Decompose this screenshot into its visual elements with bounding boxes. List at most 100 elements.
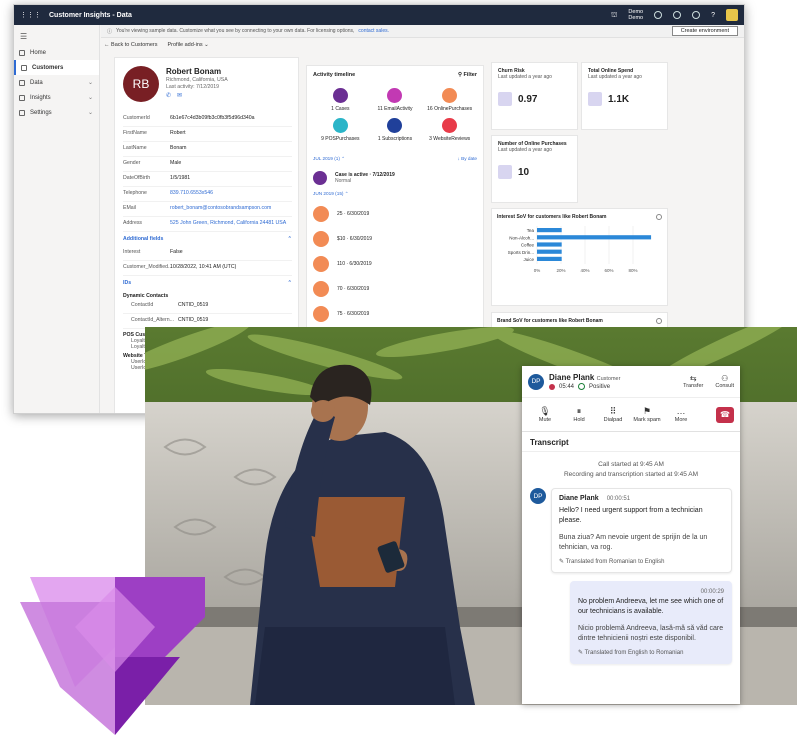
end-call-button[interactable]: ☎	[716, 406, 734, 423]
timeline-item[interactable]: 70 · 6/30/2019	[313, 276, 477, 301]
activity-category[interactable]: 16 OnlinePurchases	[422, 88, 477, 112]
profile-field-row: ContactId CNTID_0519	[123, 299, 292, 314]
y-category-label: Tea	[527, 228, 535, 233]
section-label: Additional fields	[123, 236, 164, 242]
info-icon[interactable]	[656, 318, 662, 324]
field-value: Male	[170, 160, 182, 166]
field-value: 1/5/1981	[170, 175, 191, 181]
consult-icon: ⚇	[721, 374, 729, 383]
more-button[interactable]: … More	[664, 406, 698, 423]
category-icon	[442, 118, 458, 133]
category-label: 3 WebsiteReviews	[429, 136, 471, 142]
mute-button[interactable]: 🎙 Mute	[528, 406, 562, 423]
back-to-customers-link[interactable]: ← Back to Customers	[104, 42, 158, 48]
translate-icon: ✎	[578, 650, 584, 656]
y-category-label: Non-Alcoh...	[509, 235, 534, 240]
create-environment-button[interactable]: Create environment	[671, 26, 738, 36]
sentiment-label: Positive	[589, 383, 611, 390]
x-tick-label: 20%	[556, 268, 565, 273]
chevron-up-icon: ⌃	[287, 236, 292, 242]
hamburger-icon[interactable]: ☰	[14, 28, 99, 45]
case-priority: Normal	[335, 178, 352, 184]
trend-icon	[588, 92, 602, 106]
profile-field-row: Address 525 John Green, Richmond, Califor…	[123, 217, 292, 232]
call-toolbar: 🎙 Mute ⏸ Hold ⠿ Dialpad ⚑ Mark spam… More ☎	[522, 398, 740, 432]
environment-icon[interactable]: ⛫	[611, 11, 617, 20]
help-icon[interactable]: ?	[711, 12, 715, 19]
field-value[interactable]: 525 John Green, Richmond, California 244…	[170, 220, 292, 226]
field-value[interactable]: 839.710.6553x546	[170, 190, 292, 196]
mail-icon[interactable]: ✉	[177, 92, 182, 99]
hold-icon: ⏸	[576, 406, 582, 416]
left-nav: ☰ Home Customers Data ⌄ Insights ⌄ Settings ⌄	[14, 25, 100, 413]
mark-spam-button[interactable]: ⚑ Mark spam	[630, 406, 664, 423]
online-purchases-card[interactable]: Number of Online Purchases Last updated …	[491, 135, 578, 203]
nav-item-home[interactable]: Home	[14, 45, 99, 60]
ids-section[interactable]: IDs ⌃	[123, 276, 292, 290]
x-tick-label: 60%	[604, 268, 613, 273]
timeline-item[interactable]: 110 · 6/30/2019	[313, 251, 477, 276]
dialpad-button[interactable]: ⠿ Dialpad	[596, 406, 630, 423]
x-tick-label: 40%	[580, 268, 589, 273]
timeline-item[interactable]: 25 · 6/30/2019	[313, 201, 477, 226]
nav-item-customers[interactable]: Customers	[14, 60, 99, 75]
additional-fields-section[interactable]: Additional fields ⌃	[123, 232, 292, 246]
settings-icon[interactable]	[673, 11, 682, 19]
nav-item-insights[interactable]: Insights ⌄	[14, 90, 99, 105]
bell-icon[interactable]	[692, 11, 701, 19]
tool-label: Mute	[538, 417, 552, 423]
filter-button[interactable]: ⚲ Filter	[458, 72, 477, 78]
month-header-jun[interactable]: JUN 2019 (15) ⌃	[313, 191, 349, 197]
phone-icon[interactable]: ✆	[166, 92, 171, 99]
nav-item-data[interactable]: Data ⌄	[14, 75, 99, 90]
transfer-button[interactable]: ⇆ Transfer	[683, 374, 703, 389]
app-launcher-icon[interactable]: ⋮⋮⋮	[20, 11, 41, 19]
profile-field-row: Interest False	[123, 246, 292, 261]
environment-name: Demo Demo	[628, 9, 644, 21]
field-label: ContactId	[131, 302, 154, 308]
message-avatar: DP	[530, 488, 546, 504]
contact-sales-link[interactable]: contact sales.	[358, 28, 389, 34]
dialpad-icon: ⠿	[609, 406, 617, 416]
field-label: LastName	[123, 145, 147, 151]
sort-by-date[interactable]: ↓ By date	[457, 156, 477, 162]
trend-icon	[498, 92, 512, 106]
profile-field-row: Telephone 839.710.6553x546	[123, 187, 292, 202]
tool-label: Mark spam	[633, 417, 661, 423]
field-label: Telephone	[123, 190, 147, 196]
user-avatar[interactable]	[726, 9, 738, 21]
activity-category[interactable]: 11 EmailActivity	[368, 88, 423, 112]
field-label: Interest	[123, 249, 141, 255]
chevron-down-icon: ⌄	[87, 80, 93, 86]
churn-risk-card[interactable]: Churn Risk Last updated a year ago 0.97	[491, 62, 578, 130]
message-time: 00:00:29	[700, 589, 724, 595]
kpi-value: 0.97	[518, 93, 538, 105]
activity-category[interactable]: 3 WebsiteReviews	[422, 118, 477, 142]
activity-category[interactable]: 1 Subscriptions	[368, 118, 423, 142]
activity-category[interactable]: 9 POSPurchases	[313, 118, 368, 142]
field-value: Robert	[170, 130, 186, 136]
customer-name: Robert Bonam	[166, 67, 222, 76]
online-spend-card[interactable]: Total Online Spend Last updated a year a…	[581, 62, 668, 130]
profile-addins-button[interactable]: Profile add-ins ⌄	[168, 42, 209, 48]
nav-item-settings[interactable]: Settings ⌄	[14, 105, 99, 120]
timeline-item[interactable]: $10 · 6/30/2019	[313, 226, 477, 251]
bar-2	[537, 242, 562, 247]
kpi-value: 10	[518, 166, 530, 178]
month-header-jul[interactable]: JUL 2019 (1) ⌃	[313, 156, 345, 162]
transcript-title: Transcript	[522, 432, 740, 452]
timeline-case-item[interactable]: Case is active · 7/12/2019 Normal	[313, 171, 477, 185]
customer-location: Richmond, California, USA	[166, 77, 228, 83]
brand-card-title: Brand SoV for customers like Robert Bona…	[497, 318, 603, 324]
home-icon	[19, 49, 25, 56]
consult-button[interactable]: ⚇ Consult	[715, 374, 734, 389]
smiley-icon[interactable]	[654, 11, 663, 19]
timeline-item[interactable]: 75 · 6/30/2019	[313, 301, 477, 326]
x-tick-label: 0%	[534, 268, 541, 273]
field-value[interactable]: robert_bonam@contosobrandsampson.com	[170, 205, 292, 211]
bar-4	[537, 256, 562, 261]
hold-button[interactable]: ⏸ Hold	[562, 406, 596, 423]
activity-category[interactable]: 1 Cases	[313, 88, 368, 112]
customers-icon	[21, 64, 27, 71]
caller-role: Customer	[596, 376, 621, 382]
